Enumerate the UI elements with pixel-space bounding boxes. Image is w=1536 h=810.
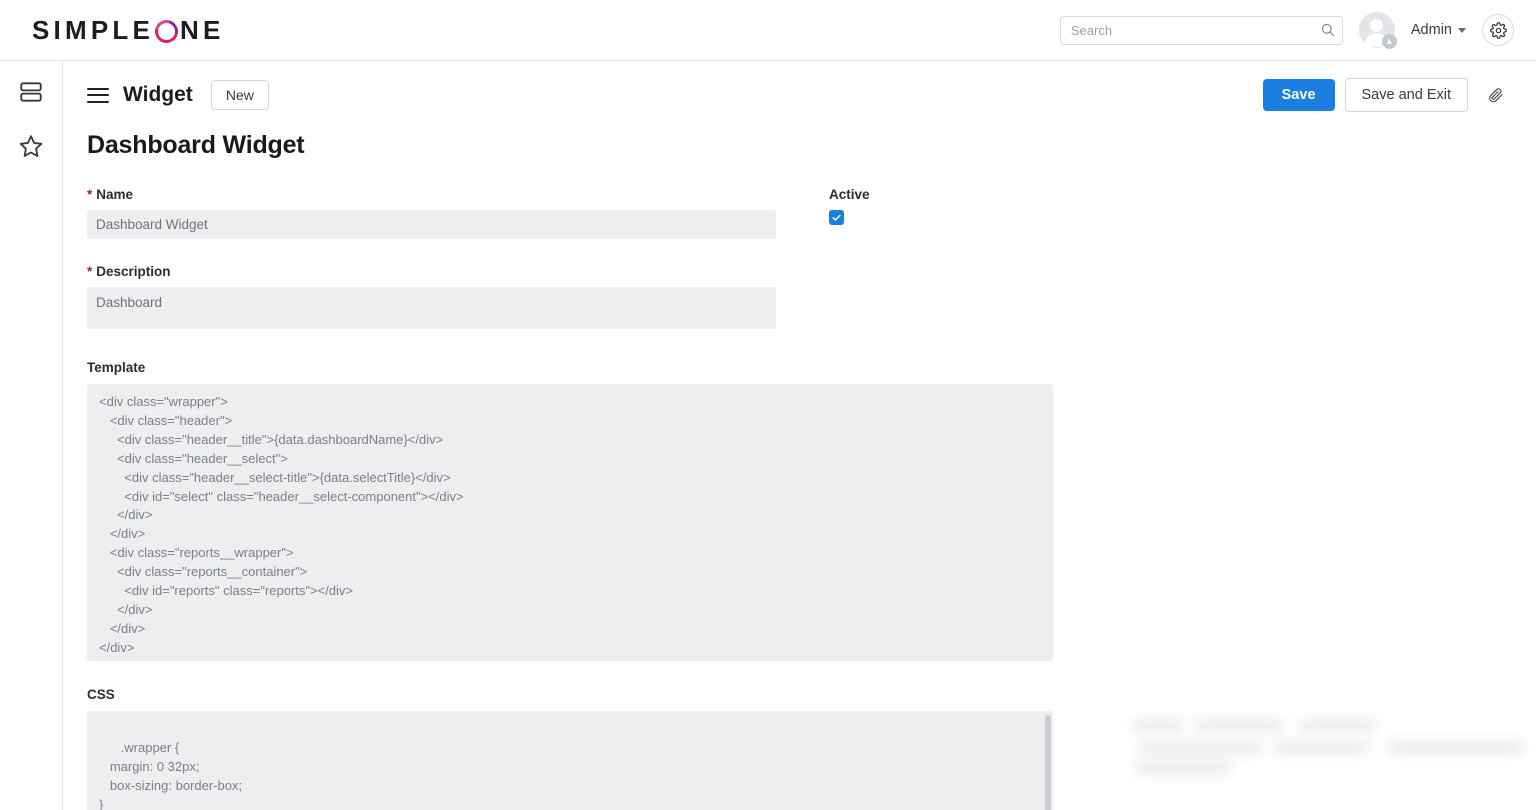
page-title: Dashboard Widget bbox=[87, 131, 305, 159]
paperclip-icon[interactable] bbox=[1482, 81, 1510, 109]
description-input[interactable] bbox=[87, 287, 776, 329]
required-marker: * bbox=[87, 187, 93, 202]
search-box[interactable] bbox=[1059, 15, 1343, 45]
widget-form: * Name * Description Active Template <di… bbox=[64, 160, 1536, 810]
arrow-up-badge-icon: ▲ bbox=[1381, 34, 1397, 49]
name-input[interactable] bbox=[87, 210, 776, 239]
avatar[interactable]: ▲ bbox=[1358, 12, 1397, 49]
left-rail bbox=[0, 61, 63, 810]
top-bar-right: ▲ Admin bbox=[1059, 12, 1536, 49]
user-menu[interactable]: Admin bbox=[1411, 22, 1466, 38]
user-menu-label: Admin bbox=[1410, 22, 1452, 38]
name-label-text: Name bbox=[96, 187, 134, 202]
save-button[interactable]: Save bbox=[1262, 79, 1335, 111]
brand-logo[interactable]: SIMPLE NE bbox=[32, 14, 225, 47]
brand-name-right: NE bbox=[180, 14, 225, 45]
template-code-editor[interactable]: <div class="wrapper"> <div class="header… bbox=[87, 384, 1053, 661]
active-field: Active bbox=[829, 187, 870, 225]
gear-icon[interactable] bbox=[1482, 14, 1514, 46]
new-button[interactable]: New bbox=[210, 80, 269, 110]
panels-layout-icon[interactable] bbox=[18, 79, 44, 105]
css-label: CSS bbox=[87, 687, 115, 702]
save-and-exit-button[interactable]: Save and Exit bbox=[1344, 78, 1468, 112]
required-marker: * bbox=[87, 264, 93, 279]
description-label-text: Description bbox=[96, 264, 171, 279]
active-checkbox[interactable] bbox=[829, 210, 844, 225]
search-input[interactable] bbox=[1059, 15, 1343, 45]
check-icon bbox=[832, 214, 841, 221]
active-label: Active bbox=[829, 187, 870, 202]
search-icon[interactable] bbox=[1321, 23, 1335, 37]
css-code-text: .wrapper { margin: 0 32px; box-sizing: b… bbox=[99, 739, 243, 810]
breadcrumb-title: Widget bbox=[123, 83, 193, 106]
star-icon[interactable] bbox=[18, 133, 44, 159]
brand-name-left: SIMPLE bbox=[32, 14, 154, 45]
template-label: Template bbox=[87, 360, 146, 375]
hamburger-menu-icon[interactable] bbox=[87, 87, 109, 103]
page-content: Widget New Save Save and Exit Dashboard … bbox=[64, 61, 1536, 810]
description-field-label: * Description bbox=[87, 264, 1536, 279]
css-editor-scrollbar[interactable] bbox=[1045, 715, 1051, 810]
brand-ring-icon bbox=[150, 15, 183, 47]
top-bar: SIMPLE NE ▲ Admin bbox=[0, 0, 1536, 61]
css-code-editor[interactable]: .wrapper { margin: 0 32px; box-sizing: b… bbox=[87, 711, 1053, 810]
chevron-down-icon bbox=[1458, 27, 1466, 33]
action-buttons: Save Save and Exit bbox=[1262, 78, 1510, 112]
name-field-label: * Name bbox=[87, 187, 1536, 202]
